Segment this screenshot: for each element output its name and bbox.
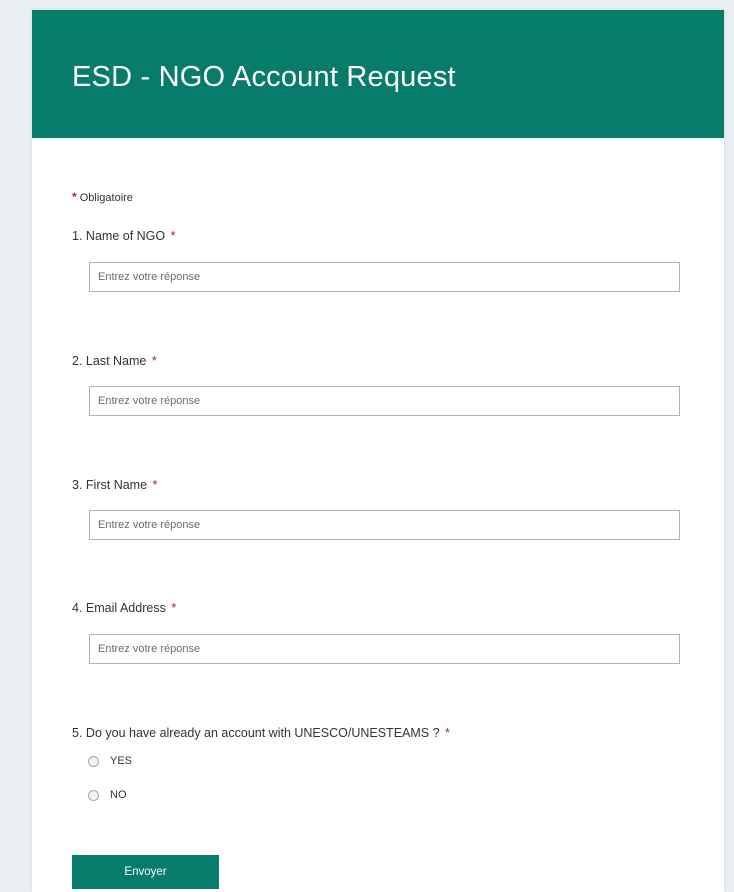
name-of-ngo-input[interactable]: [89, 262, 680, 292]
question-number: 4.: [72, 601, 83, 615]
required-asterisk: *: [152, 478, 158, 492]
radio-label-yes: YES: [110, 755, 133, 767]
question-last-name: 2. Last Name *: [72, 353, 692, 416]
question-label: 4. Email Address *: [72, 600, 692, 616]
question-text: First Name: [85, 478, 148, 492]
question-text: Do you have already an account with UNES…: [85, 726, 440, 740]
question-label: 5. Do you have already an account with U…: [72, 725, 692, 741]
required-asterisk: *: [151, 354, 157, 368]
question-label: 1. Name of NGO *: [72, 228, 692, 244]
required-asterisk: *: [171, 601, 177, 615]
question-text: Email Address: [85, 601, 166, 615]
question-email-address: 4. Email Address *: [72, 600, 692, 664]
radio-button[interactable]: [88, 755, 99, 767]
radio-label-no: NO: [110, 789, 127, 801]
question-number: 2.: [72, 354, 83, 368]
required-asterisk: *: [72, 190, 77, 204]
question-text: Name of NGO: [85, 229, 166, 243]
question-text: Last Name: [85, 354, 147, 368]
radio-option-no[interactable]: NO: [88, 788, 127, 802]
question-first-name: 3. First Name *: [72, 477, 692, 540]
question-name-of-ngo: 1. Name of NGO *: [72, 228, 692, 292]
required-asterisk: *: [170, 229, 176, 243]
form-header: ESD - NGO Account Request: [32, 10, 724, 138]
question-number: 3.: [72, 478, 83, 492]
email-address-input[interactable]: [89, 634, 680, 664]
required-asterisk: *: [445, 726, 450, 740]
question-number: 1.: [72, 229, 83, 243]
required-note-label: Obligatoire: [79, 192, 133, 204]
radio-button[interactable]: [88, 789, 99, 801]
question-label: 2. Last Name *: [72, 353, 692, 369]
form-card: ESD - NGO Account Request * Obligatoire …: [32, 10, 724, 892]
question-existing-account: 5. Do you have already an account with U…: [72, 725, 692, 801]
form-title: ESD - NGO Account Request: [72, 61, 456, 93]
first-name-input[interactable]: [89, 510, 680, 540]
question-label: 3. First Name *: [72, 477, 692, 493]
last-name-input[interactable]: [89, 386, 680, 416]
question-number: 5.: [72, 726, 83, 740]
required-note: * Obligatoire: [72, 190, 133, 205]
radio-option-yes[interactable]: YES: [88, 754, 132, 768]
submit-button[interactable]: Envoyer: [72, 855, 219, 889]
